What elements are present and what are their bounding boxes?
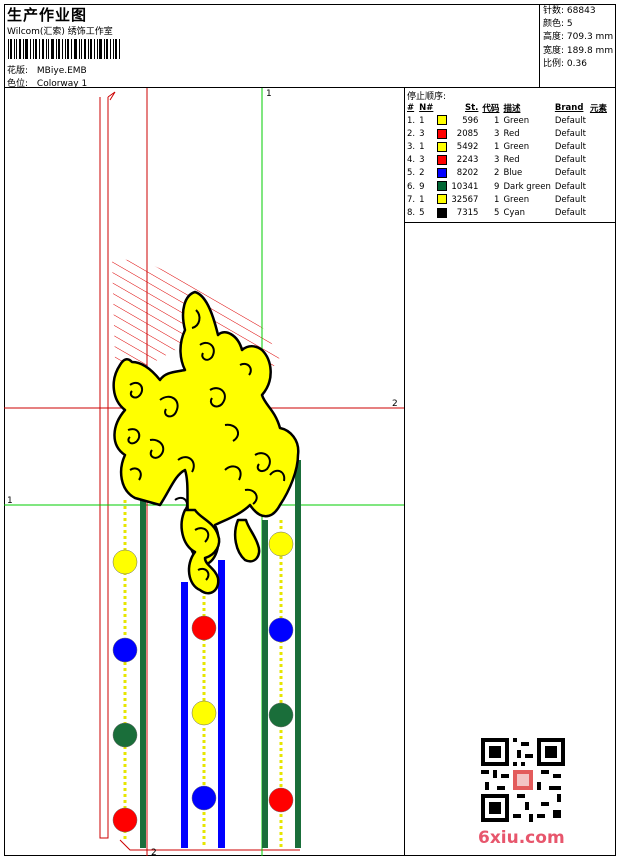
embroidery-preview: 1 2 1 2 bbox=[4, 88, 404, 858]
guide-label-right: 2 bbox=[392, 399, 398, 409]
guide-label-bottom: 2 bbox=[151, 848, 157, 858]
guide-label-left: 1 bbox=[7, 496, 13, 506]
watermark-logo: 6xiu.com bbox=[478, 828, 565, 848]
qr-code bbox=[481, 738, 565, 822]
guide-label-top: 1 bbox=[266, 89, 272, 99]
